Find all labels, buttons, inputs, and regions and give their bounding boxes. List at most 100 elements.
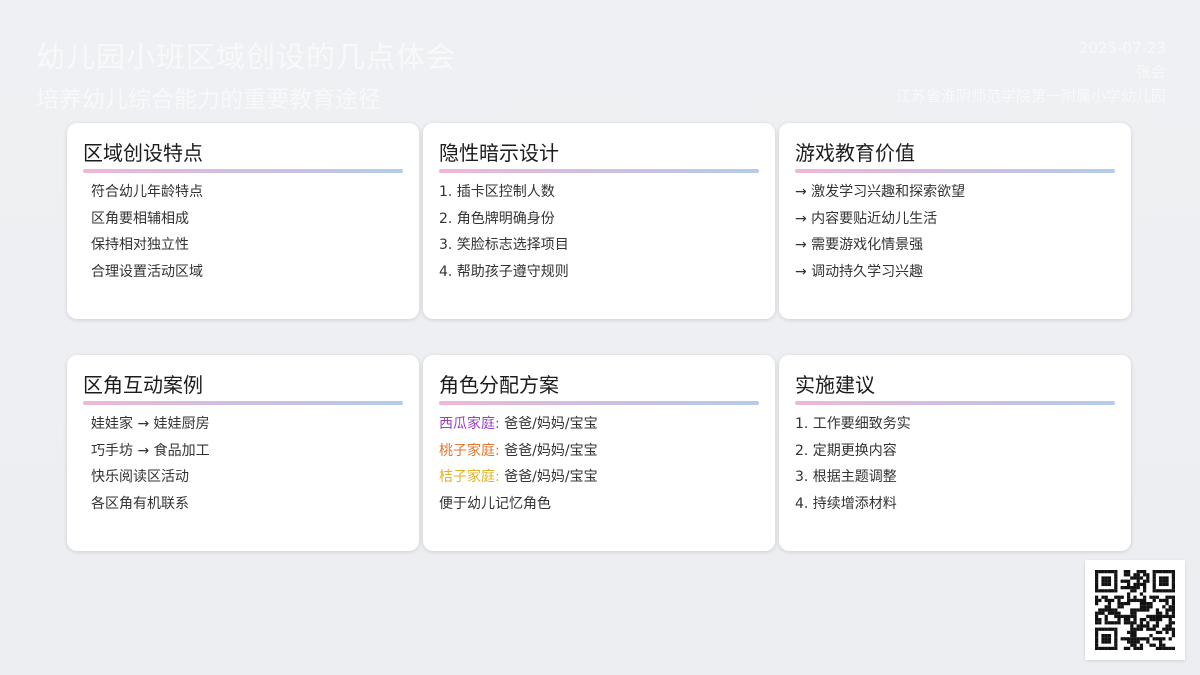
qr-module <box>1168 614 1172 619</box>
qr-module <box>1123 573 1128 577</box>
qr-module <box>1171 602 1175 606</box>
qr-module <box>1165 630 1169 635</box>
qr-module <box>1159 630 1163 635</box>
qr-module <box>1133 618 1137 622</box>
qr-module <box>1171 630 1175 635</box>
qr-module <box>1114 608 1118 612</box>
qr-module <box>1152 589 1156 593</box>
qr-module <box>1162 598 1166 603</box>
qr-module <box>1165 589 1169 593</box>
qr-module <box>1162 576 1166 580</box>
qr-module <box>1120 579 1124 583</box>
qr-module <box>1133 586 1137 590</box>
qr-module <box>1098 611 1102 615</box>
qr-module <box>1123 637 1128 641</box>
family-item-peach: 桃子家庭: 爸爸/妈妈/宝宝 <box>439 438 759 465</box>
qr-module <box>1130 608 1134 612</box>
qr-module <box>1171 582 1175 587</box>
qr-module <box>1139 605 1144 609</box>
qr-module <box>1101 595 1105 599</box>
qr-module <box>1101 627 1105 631</box>
list-item: 巧手坊 → 食品加工 <box>91 442 210 459</box>
qr-module <box>1143 586 1147 590</box>
family-item-orange: 桔子家庭: 爸爸/妈妈/宝宝 <box>439 464 759 491</box>
qr-module <box>1168 646 1172 650</box>
qr-module <box>1139 576 1144 580</box>
qr-module <box>1107 646 1112 650</box>
qr-module <box>1136 570 1140 574</box>
qr-module <box>1098 589 1102 593</box>
qr-module <box>1136 573 1140 577</box>
qr-module <box>1165 608 1169 612</box>
qr-module <box>1111 627 1115 631</box>
qr-module <box>1165 646 1169 650</box>
family-name: 桃子家庭: <box>439 442 500 459</box>
qr-module <box>1095 611 1099 615</box>
qr-module <box>1143 582 1147 587</box>
qr-module <box>1136 624 1140 628</box>
card-title: 实施建议 <box>795 373 875 397</box>
qr-module <box>1155 630 1160 635</box>
qr-module <box>1123 570 1128 574</box>
qr-module <box>1159 640 1163 644</box>
qr-module <box>1136 627 1140 631</box>
qr-module <box>1130 621 1134 625</box>
qr-module <box>1127 570 1131 574</box>
qr-module <box>1114 589 1118 593</box>
qr-module <box>1104 582 1108 587</box>
qr-module <box>1101 608 1105 612</box>
qr-module <box>1159 614 1163 619</box>
qr-module <box>1104 576 1108 580</box>
qr-module <box>1127 582 1131 587</box>
qr-module <box>1123 618 1128 622</box>
qr-module <box>1159 646 1163 650</box>
family-name: 西瓜家庭: <box>439 416 500 432</box>
qr-module <box>1117 621 1121 625</box>
qr-module <box>1095 621 1099 625</box>
qr-module <box>1133 611 1137 615</box>
qr-module <box>1104 634 1108 638</box>
qr-module <box>1136 598 1140 603</box>
qr-module <box>1095 598 1099 603</box>
qr-module <box>1136 640 1140 644</box>
qr-code[interactable] <box>1085 560 1185 660</box>
qr-module <box>1152 624 1156 628</box>
qr-module <box>1139 637 1144 641</box>
qr-module <box>1155 621 1160 625</box>
qr-module <box>1101 611 1105 615</box>
qr-module <box>1136 586 1140 590</box>
qr-module <box>1133 630 1137 635</box>
qr-module <box>1139 608 1144 612</box>
qr-module <box>1123 621 1128 625</box>
qr-module <box>1162 643 1166 647</box>
qr-module <box>1171 646 1175 650</box>
qr-module <box>1114 614 1118 619</box>
qr-module <box>1095 586 1099 590</box>
qr-module <box>1146 573 1150 577</box>
qr-module <box>1101 582 1105 587</box>
qr-module <box>1162 614 1166 619</box>
qr-module <box>1120 637 1124 641</box>
qr-module <box>1171 595 1175 599</box>
qr-module <box>1136 576 1140 580</box>
qr-module <box>1117 602 1121 606</box>
qr-module <box>1127 592 1131 596</box>
qr-module <box>1117 595 1121 599</box>
card-list: 1. 工作要细致务实 2. 定期更换内容 3. 根据主题调整 4. 持续增添材料 <box>795 411 1115 517</box>
page-title: 幼儿园小班区域创设的几点体会 <box>36 40 457 74</box>
qr-module <box>1107 598 1112 603</box>
qr-module <box>1133 637 1137 641</box>
qr-module <box>1107 602 1112 606</box>
qr-module <box>1130 589 1134 593</box>
qr-module <box>1139 627 1144 631</box>
qr-module <box>1152 627 1156 631</box>
qr-module <box>1152 579 1156 583</box>
qr-module <box>1165 627 1169 631</box>
qr-module <box>1162 605 1166 609</box>
qr-module <box>1165 602 1169 606</box>
qr-module <box>1095 579 1099 583</box>
qr-module <box>1123 579 1128 583</box>
list-item: 2. 角色牌明确身份 <box>439 210 555 227</box>
qr-module <box>1107 634 1112 638</box>
qr-module <box>1152 573 1156 577</box>
